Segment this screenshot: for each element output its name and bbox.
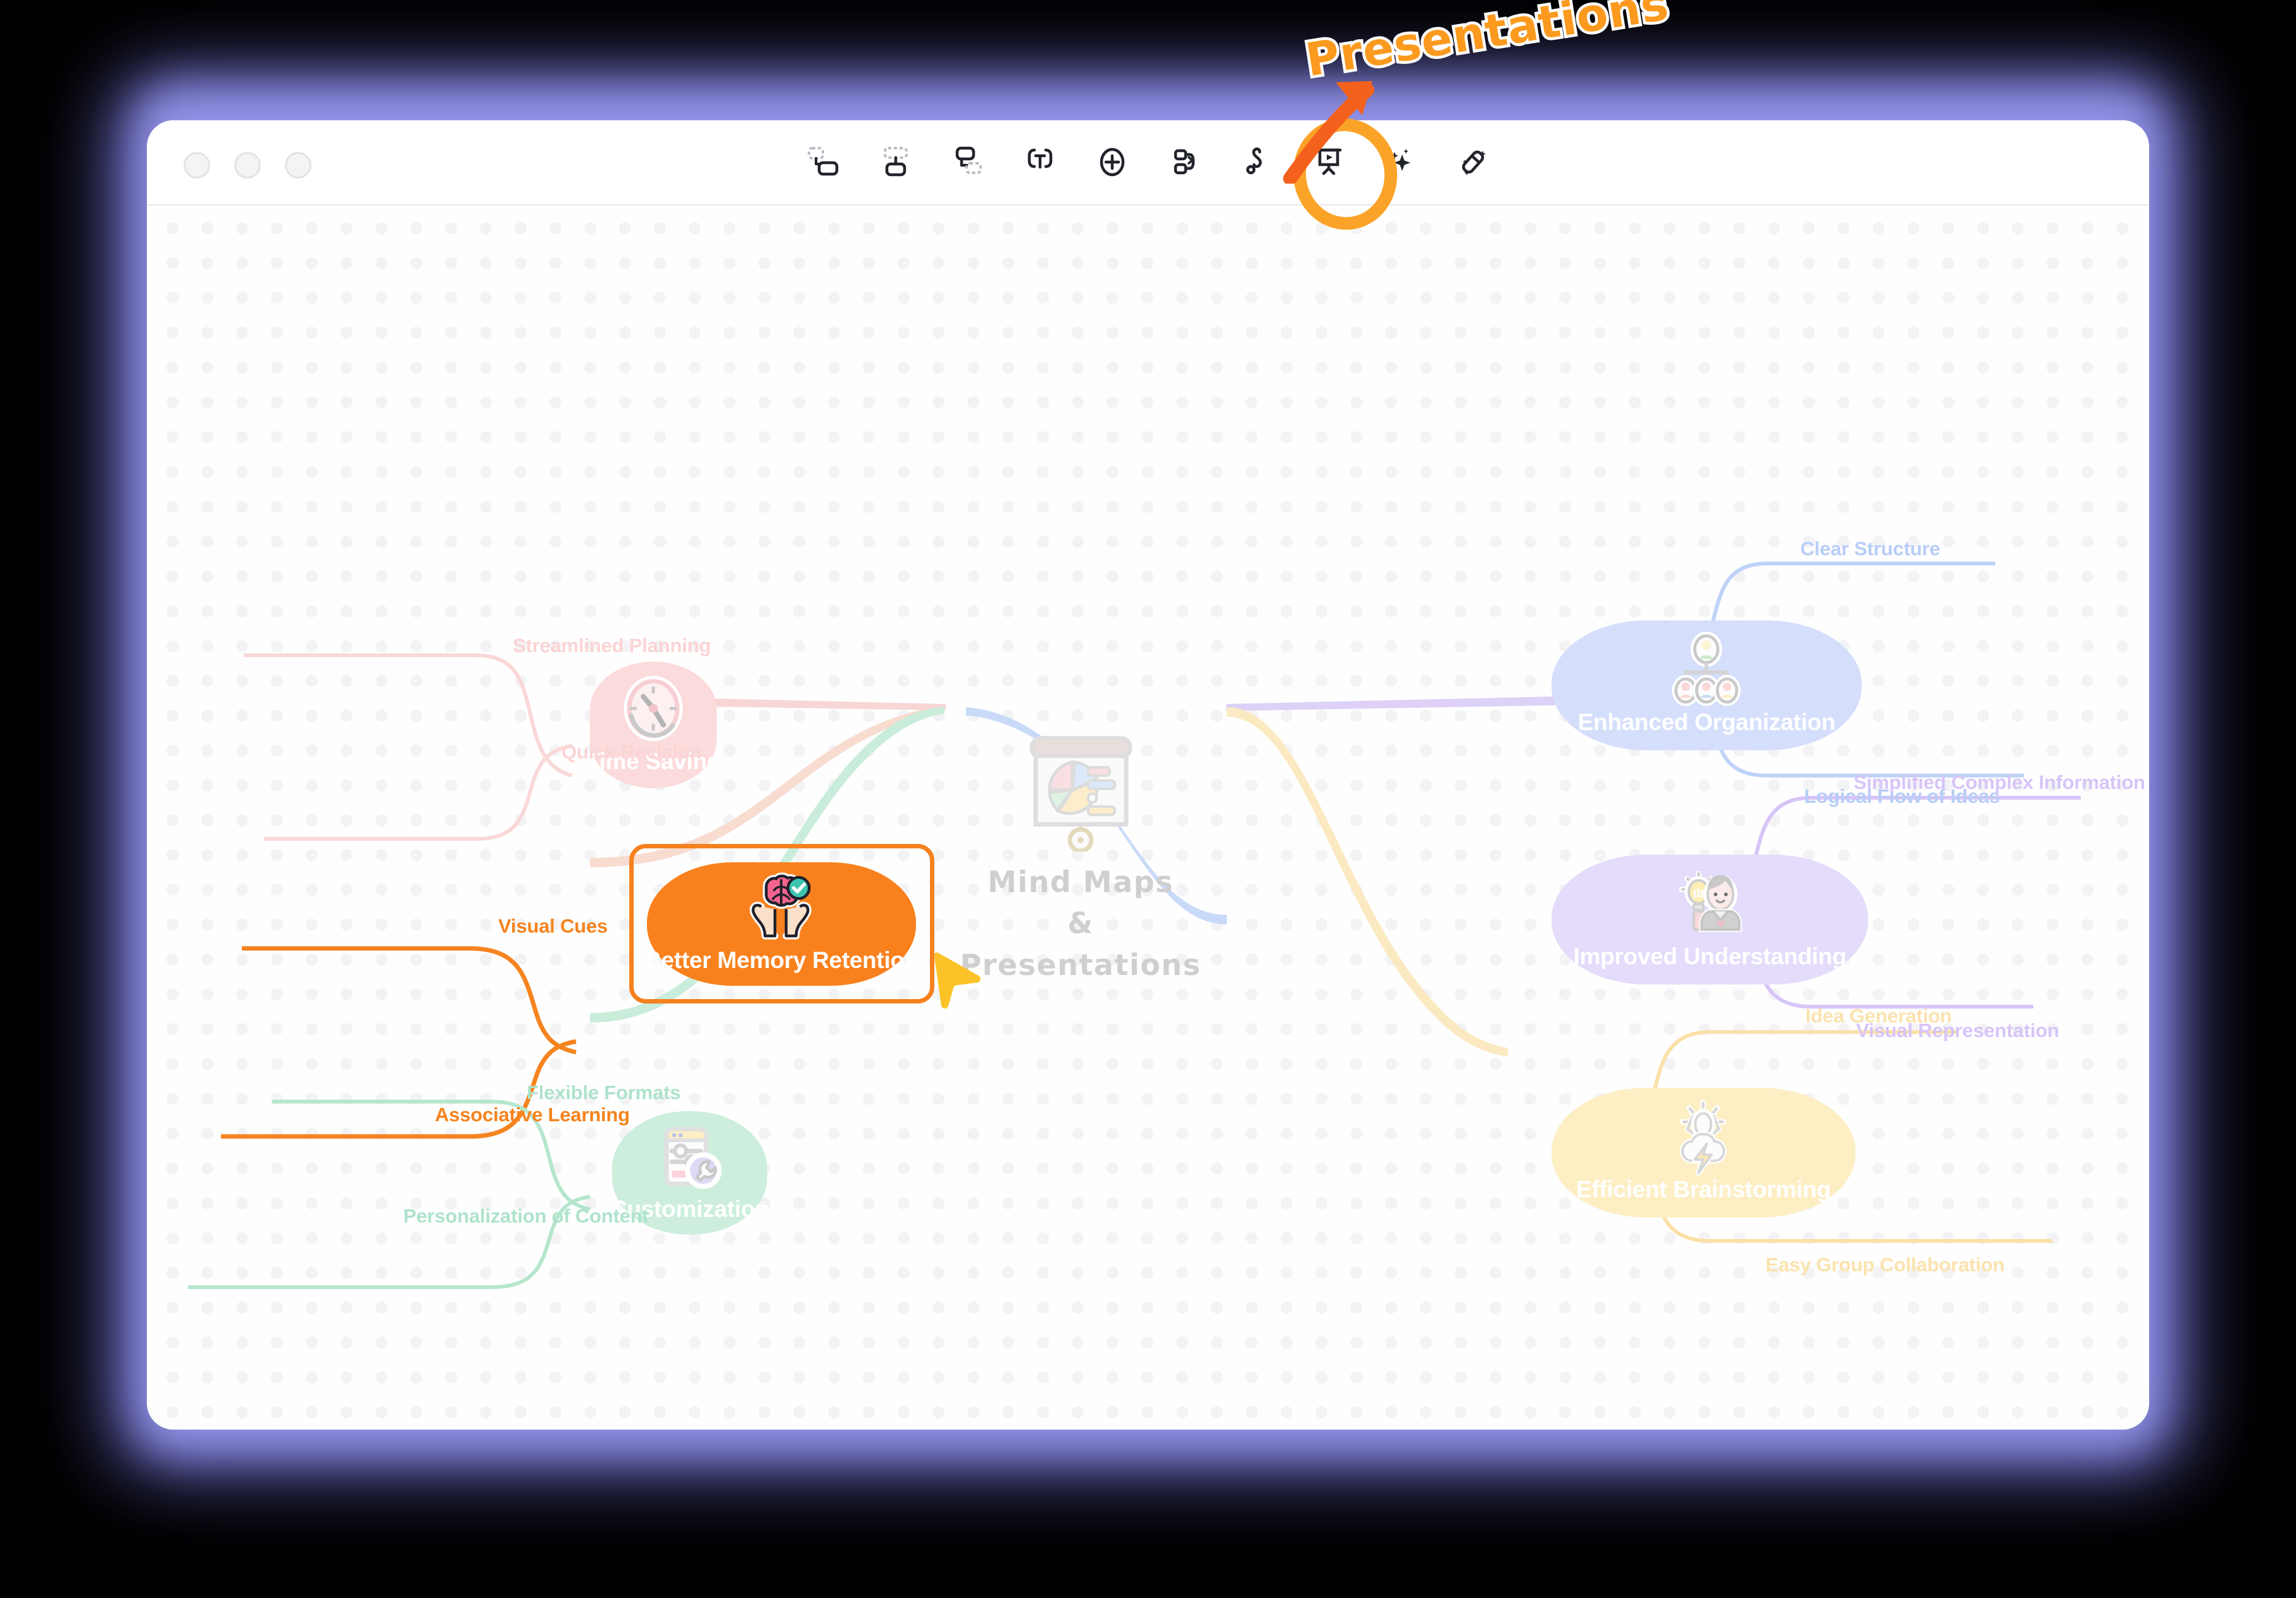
add-sibling-node-button[interactable] bbox=[804, 142, 843, 182]
magic-wand-icon bbox=[1455, 144, 1491, 180]
relationship-icon bbox=[1167, 144, 1202, 180]
leaf-streamlined-planning[interactable]: Streamlined Planning bbox=[513, 634, 711, 657]
org-chart-icon bbox=[1669, 632, 1745, 708]
insert-button[interactable] bbox=[1093, 142, 1132, 182]
leaf-line-quick-revision bbox=[264, 744, 573, 841]
leaf-personalization-of-content[interactable]: Personalization of Content bbox=[403, 1205, 649, 1228]
node-time-saving[interactable]: Time Saving bbox=[586, 662, 721, 788]
window-controls bbox=[184, 152, 311, 179]
presentation-chart-icon bbox=[1014, 734, 1147, 853]
idea-person-icon bbox=[1672, 866, 1748, 942]
leaf-line-visual-cues bbox=[242, 946, 577, 1055]
child-node-icon bbox=[878, 144, 913, 180]
root-node-label: Mind Maps & Presentations bbox=[960, 865, 1201, 982]
brain-hands-icon bbox=[744, 871, 820, 946]
magic-tools-button[interactable] bbox=[1453, 142, 1493, 182]
mindmap-canvas[interactable]: Mind Maps & Presentations Time Saving St… bbox=[147, 206, 2149, 1430]
sibling-node-icon bbox=[806, 144, 841, 180]
leaf-quick-revision[interactable]: Quick Revision bbox=[561, 741, 701, 764]
title-bar bbox=[147, 120, 2149, 206]
node-efficient-brainstorming[interactable]: Efficient Brainstorming bbox=[1552, 1088, 1855, 1217]
add-floating-node-button[interactable] bbox=[948, 142, 988, 182]
floating-node-icon bbox=[950, 144, 986, 180]
minimize-button[interactable] bbox=[234, 152, 261, 179]
maximize-button[interactable] bbox=[285, 152, 311, 179]
text-bracket-icon bbox=[1022, 144, 1058, 180]
node-label: Enhanced Organization bbox=[1578, 709, 1836, 735]
leaf-clear-structure[interactable]: Clear Structure bbox=[1800, 538, 1940, 560]
text-style-button[interactable] bbox=[1020, 142, 1060, 182]
close-button[interactable] bbox=[184, 152, 210, 179]
connector-improved-understanding bbox=[1226, 696, 1555, 711]
screen: Mind Maps & Presentations Time Saving St… bbox=[0, 0, 2296, 1598]
leaf-visual-cues[interactable]: Visual Cues bbox=[498, 915, 608, 938]
leaf-idea-generation[interactable]: Idea Generation bbox=[1805, 1005, 1952, 1028]
node-label: Better Memory Retention bbox=[644, 947, 919, 973]
leaf-associative-learning[interactable]: Associative Learning bbox=[435, 1104, 630, 1126]
leaf-flexible-formats[interactable]: Flexible Formats bbox=[527, 1081, 681, 1104]
node-enhanced-organization[interactable]: Enhanced Organization bbox=[1552, 620, 1862, 750]
brainstorm-bolt-icon bbox=[1666, 1099, 1741, 1176]
app-window: Mind Maps & Presentations Time Saving St… bbox=[147, 120, 2149, 1430]
leaf-simplified-complex-information[interactable]: Simplified Complex Information bbox=[1854, 771, 2145, 794]
relationship-button[interactable] bbox=[1165, 142, 1204, 182]
clock-icon bbox=[615, 672, 691, 747]
connector-brainstorming bbox=[1227, 707, 1508, 1057]
node-label: Efficient Brainstorming bbox=[1576, 1176, 1831, 1202]
node-better-memory-retention[interactable]: Better Memory Retention bbox=[644, 862, 919, 986]
mouse-cursor bbox=[920, 948, 990, 1017]
annotation-label: Presentations bbox=[1299, 0, 1675, 89]
plus-circle-icon bbox=[1095, 144, 1130, 180]
add-child-node-button[interactable] bbox=[876, 142, 915, 182]
leaf-line-streamlined-planning bbox=[244, 653, 573, 777]
leaf-easy-group-collaboration[interactable]: Easy Group Collaboration bbox=[1766, 1254, 2005, 1276]
node-label: Improved Understanding bbox=[1573, 943, 1847, 969]
node-improved-understanding[interactable]: Improved Understanding bbox=[1552, 855, 1868, 985]
settings-panel-icon bbox=[652, 1120, 728, 1195]
